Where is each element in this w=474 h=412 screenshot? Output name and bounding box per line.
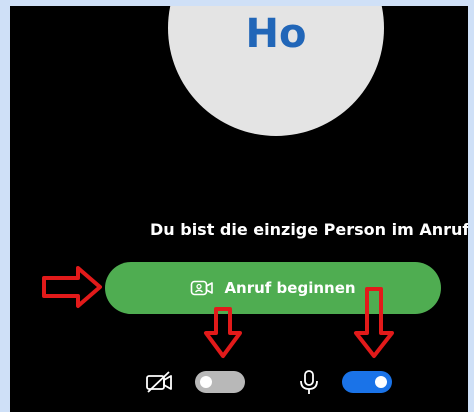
camera-toggle[interactable]: [195, 371, 245, 393]
media-controls: [10, 366, 468, 398]
avatar-initials: Ho: [245, 11, 307, 57]
screenshot-frame: Ho Du bist die einzige Person im Anruf A…: [0, 0, 474, 412]
video-call-icon: [190, 279, 214, 297]
microphone-icon: [297, 369, 321, 395]
microphone-toggle-knob: [375, 376, 387, 388]
microphone-toggle[interactable]: [342, 371, 392, 393]
call-screen: Ho Du bist die einzige Person im Anruf A…: [10, 6, 468, 412]
camera-off-icon: [145, 370, 175, 394]
participant-avatar: Ho: [168, 6, 384, 136]
start-call-button[interactable]: Anruf beginnen: [105, 262, 441, 314]
call-status-text: Du bist die einzige Person im Anruf: [150, 220, 468, 239]
camera-toggle-knob: [200, 376, 212, 388]
start-call-label: Anruf beginnen: [224, 279, 356, 297]
